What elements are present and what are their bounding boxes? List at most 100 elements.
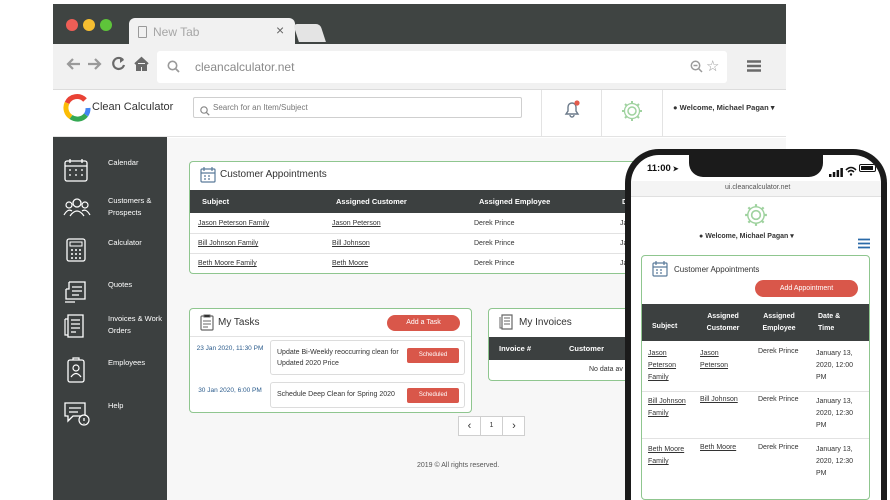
- location-arrow-icon: ➤: [670, 166, 679, 173]
- new-tab-button[interactable]: [293, 24, 326, 42]
- pagination-page[interactable]: 1: [481, 417, 503, 435]
- appointments-icon: [652, 261, 668, 282]
- battery-level: [861, 166, 873, 170]
- pagination-next[interactable]: ›: [503, 417, 525, 435]
- minimize-window-dot[interactable]: [83, 19, 95, 31]
- column-header-customer: Assigned Customer: [336, 197, 407, 206]
- appointment-customer-link[interactable]: Bill Johnson: [700, 396, 738, 403]
- sidebar-item-employees[interactable]: Employees: [53, 357, 167, 397]
- appointment-customer-link[interactable]: Bill Johnson: [332, 240, 370, 247]
- tasks-pagination: ‹ 1 ›: [458, 416, 525, 436]
- tasks-icon: [200, 314, 214, 336]
- invoices-icon: [63, 313, 91, 341]
- appointment-subject-link[interactable]: Bill Johnson Family: [198, 240, 258, 247]
- phone-welcome-text: Welcome, Michael Pagan: [705, 233, 789, 240]
- row-divider: [190, 253, 689, 254]
- appointment-employee: Derek Prince: [758, 348, 799, 355]
- user-avatar-icon: ●: [673, 103, 678, 112]
- column-header-employee: Assigned Employee: [762, 313, 796, 332]
- user-avatar-icon: ●: [699, 233, 704, 240]
- appointment-customer-link[interactable]: Jason Peterson: [332, 220, 381, 227]
- appointment-subject-link[interactable]: Bill Johnson Family: [648, 396, 692, 420]
- forward-icon[interactable]: [87, 57, 103, 76]
- tab-new-tab[interactable]: New Tab ×: [129, 18, 295, 46]
- header-divider: [662, 90, 663, 137]
- header-divider: [541, 90, 542, 137]
- quotes-icon: [63, 279, 91, 307]
- home-icon[interactable]: [134, 56, 149, 76]
- sidebar-item-label: Help: [108, 401, 124, 410]
- tasks-title: My Tasks: [218, 317, 260, 328]
- add-task-button[interactable]: Add a Task: [387, 315, 460, 331]
- tasks-panel: My Tasks Add a Task 23 Jan 2020, 11:30 P…: [189, 308, 472, 413]
- empty-table-text: No data av: [589, 366, 623, 373]
- add-appointment-button[interactable]: Add Appointment: [755, 280, 858, 297]
- url-text: cleancalculator.net: [195, 60, 295, 74]
- invoices-title: My Invoices: [519, 317, 572, 328]
- task-card[interactable]: Update Bi-Weekly reoccurring clean for U…: [270, 340, 465, 375]
- appointment-employee: Derek Prince: [474, 220, 515, 227]
- settings-gear-icon[interactable]: [621, 100, 643, 127]
- phone-appointments-title: Customer Appointments: [674, 265, 760, 274]
- pagination-prev[interactable]: ‹: [459, 417, 481, 435]
- phone-url: ui.cleancalculator.net: [725, 184, 791, 191]
- welcome-text: Welcome, Michael Pagan: [679, 103, 769, 112]
- tab-close-icon[interactable]: ×: [276, 22, 284, 38]
- appointment-subject-link[interactable]: Jason Peterson Family: [648, 348, 692, 384]
- notification-bell-icon[interactable]: [563, 100, 581, 123]
- user-menu[interactable]: ● Welcome, Michael Pagan ▾: [673, 103, 775, 112]
- appointments-icon: [200, 167, 216, 188]
- brand-name: Clean Calculator: [92, 101, 174, 113]
- bookmark-star-icon[interactable]: ☆: [706, 57, 719, 75]
- sidebar-item-customers[interactable]: Customers & Prospects: [53, 195, 167, 235]
- app-search-input[interactable]: Search for an Item/Subject: [193, 97, 522, 118]
- sidebar-item-invoices[interactable]: Invoices & Work Orders: [53, 313, 167, 353]
- customers-icon: [63, 195, 91, 223]
- appointment-employee: Derek Prince: [474, 240, 515, 247]
- appointment-subject-link[interactable]: Jason Peterson Family: [198, 220, 269, 227]
- appointments-table-header: Subject Assigned Customer Assigned Emplo…: [190, 190, 689, 213]
- appointment-customer-link[interactable]: Beth Moore: [332, 260, 368, 267]
- row-divider: [642, 438, 869, 439]
- column-header-invoice: Invoice #: [499, 344, 532, 353]
- column-header-customer: Customer: [569, 344, 605, 353]
- scheduled-button[interactable]: Scheduled: [407, 388, 459, 403]
- hamburger-menu-icon[interactable]: [858, 236, 870, 254]
- appointment-customer-link[interactable]: Jason Peterson: [700, 348, 740, 372]
- brand-logo[interactable]: [63, 94, 91, 127]
- calculator-icon: [63, 237, 91, 265]
- browser-menu-icon[interactable]: [747, 59, 761, 77]
- scheduled-button[interactable]: Scheduled: [407, 348, 459, 363]
- task-card[interactable]: Schedule Deep Clean for Spring 2020 Sche…: [270, 382, 465, 408]
- calendar-icon: [63, 157, 91, 185]
- column-header-customer: Assigned Customer: [706, 313, 740, 332]
- sidebar-item-label: Quotes: [108, 280, 133, 289]
- sidebar-item-calculator[interactable]: Calculator: [53, 237, 167, 277]
- task-text: Update Bi-Weekly reoccurring clean for U…: [277, 349, 399, 367]
- phone-user-menu[interactable]: ● Welcome, Michael Pagan ▾: [699, 232, 794, 240]
- phone-address-bar[interactable]: ui.cleancalculator.net: [631, 181, 881, 197]
- appointment-employee: Derek Prince: [758, 444, 799, 451]
- sidebar-item-calendar[interactable]: Calendar: [53, 157, 167, 197]
- sidebar-item-help[interactable]: Help: [53, 400, 167, 440]
- zoom-icon[interactable]: [690, 60, 703, 78]
- chevron-down-icon: ▾: [790, 233, 794, 240]
- appointment-customer-link[interactable]: Beth Moore: [700, 444, 736, 451]
- appointment-subject-link[interactable]: Beth Moore Family: [198, 260, 257, 267]
- battery-icon: [859, 164, 876, 172]
- app-search-icon: [200, 103, 210, 121]
- tab-title: New Tab: [153, 25, 200, 39]
- task-text: Schedule Deep Clean for Spring 2020: [277, 391, 395, 398]
- phone-settings-gear-icon[interactable]: [744, 203, 768, 232]
- back-icon[interactable]: [65, 57, 81, 76]
- chevron-down-icon: ▾: [770, 103, 775, 112]
- reload-icon[interactable]: [111, 56, 126, 76]
- maximize-window-dot[interactable]: [100, 19, 112, 31]
- url-field[interactable]: cleancalculator.net ☆: [157, 51, 727, 83]
- footer-text: 2019 © All rights reserved.: [417, 462, 500, 469]
- appointment-subject-link[interactable]: Beth Moore Family: [648, 444, 692, 468]
- phone-notch: [689, 155, 823, 177]
- help-icon: [63, 400, 91, 428]
- close-window-dot[interactable]: [66, 19, 78, 31]
- appointment-employee: Derek Prince: [474, 260, 515, 267]
